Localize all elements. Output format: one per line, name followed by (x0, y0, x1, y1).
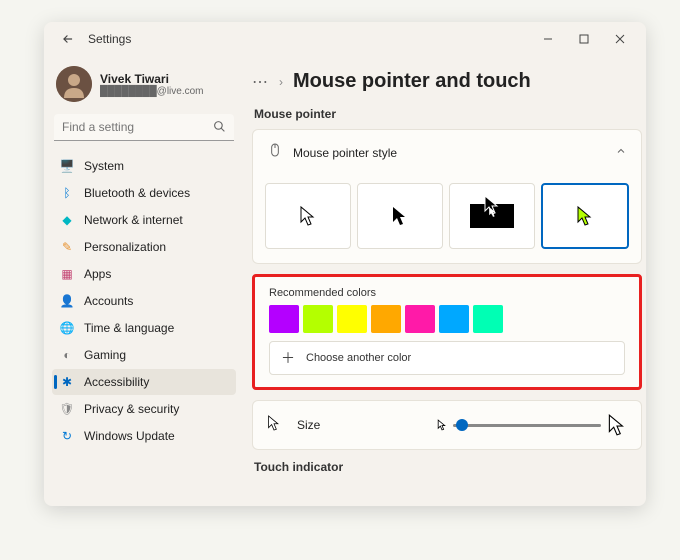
nav-label: Windows Update (84, 429, 175, 443)
window-controls (530, 25, 638, 53)
color-swatch-4[interactable] (405, 305, 435, 333)
color-swatches (269, 305, 625, 333)
search-input[interactable] (54, 114, 234, 141)
pointer-style-header[interactable]: Mouse pointer style (253, 130, 641, 175)
sidebar-item-accessibility[interactable]: ✱ Accessibility (52, 369, 236, 395)
pointer-style-custom[interactable] (541, 183, 629, 249)
color-swatch-2[interactable] (337, 305, 367, 333)
section-touch-indicator: Touch indicator (254, 460, 642, 474)
size-label: Size (297, 418, 320, 432)
choose-another-label: Choose another color (306, 352, 411, 364)
nav-label: Accessibility (84, 375, 149, 389)
cursor-small-icon (437, 419, 447, 431)
chevron-right-icon: › (279, 75, 283, 89)
section-mouse-pointer: Mouse pointer (254, 107, 642, 121)
nav-label: Bluetooth & devices (84, 186, 190, 200)
nav-icon: 🛡 (60, 402, 74, 416)
color-swatch-1[interactable] (303, 305, 333, 333)
nav-label: Personalization (84, 240, 166, 254)
pointer-style-options (253, 175, 641, 263)
pointer-style-black[interactable] (357, 183, 443, 249)
nav-icon: ↻ (60, 429, 74, 443)
sidebar-item-accounts[interactable]: 👤 Accounts (52, 288, 236, 314)
nav-label: Accounts (84, 294, 133, 308)
nav-icon: ✱ (60, 375, 74, 389)
nav-label: Time & language (84, 321, 174, 335)
back-button[interactable] (56, 27, 80, 51)
color-swatch-0[interactable] (269, 305, 299, 333)
sidebar-item-time-language[interactable]: 🌐 Time & language (52, 315, 236, 341)
sidebar-item-apps[interactable]: ▦ Apps (52, 261, 236, 287)
nav-label: Apps (84, 267, 111, 281)
size-slider-wrap (437, 413, 627, 437)
pointer-style-inverted[interactable] (449, 183, 535, 249)
nav-label: Privacy & security (84, 402, 179, 416)
cursor-icon (267, 414, 281, 437)
maximize-button[interactable] (566, 25, 602, 53)
user-email: ████████@live.com (100, 86, 204, 97)
sidebar-item-privacy-security[interactable]: 🛡 Privacy & security (52, 396, 236, 422)
minimize-button[interactable] (530, 25, 566, 53)
breadcrumb: ⋯ › Mouse pointer and touch (252, 70, 642, 93)
settings-window: Settings Vivek Tiwari ████████@live.com (44, 22, 646, 506)
breadcrumb-more-icon[interactable]: ⋯ (252, 72, 269, 92)
sidebar-item-personalization[interactable]: ✎ Personalization (52, 234, 236, 260)
pointer-style-card: Mouse pointer style (252, 129, 642, 264)
nav-icon: 👤 (60, 294, 74, 308)
avatar (56, 66, 92, 102)
titlebar: Settings (44, 22, 646, 56)
sidebar-item-windows-update[interactable]: ↻ Windows Update (52, 423, 236, 449)
app-title: Settings (88, 32, 131, 46)
nav-label: Network & internet (84, 213, 183, 227)
pointer-style-label: Mouse pointer style (293, 146, 397, 160)
color-swatch-3[interactable] (371, 305, 401, 333)
nav-label: System (84, 159, 124, 173)
page-title: Mouse pointer and touch (293, 70, 531, 93)
nav-label: Gaming (84, 348, 126, 362)
nav-icon: ᛒ (60, 186, 74, 200)
nav-icon: ✎ (60, 240, 74, 254)
chevron-up-icon (615, 144, 627, 162)
user-name: Vivek Tiwari (100, 72, 204, 86)
sidebar-item-network-internet[interactable]: ◆ Network & internet (52, 207, 236, 233)
close-button[interactable] (602, 25, 638, 53)
choose-another-color[interactable]: ＋ Choose another color (269, 341, 625, 375)
user-profile[interactable]: Vivek Tiwari ████████@live.com (52, 62, 236, 114)
recommended-colors-card: Recommended colors ＋ Choose another colo… (252, 274, 642, 390)
main-content: ⋯ › Mouse pointer and touch Mouse pointe… (244, 56, 646, 506)
nav-list: 🖥️ System ᛒ Bluetooth & devices ◆ Network & i… (52, 153, 236, 449)
search-icon (213, 120, 226, 138)
sidebar-item-gaming[interactable]: ◐ Gaming (52, 342, 236, 368)
pointer-style-white[interactable] (265, 183, 351, 249)
nav-icon: 🖥️ (60, 159, 74, 173)
size-slider[interactable] (453, 424, 601, 427)
nav-icon: ◐ (60, 348, 74, 362)
nav-icon: 🌐 (60, 321, 74, 335)
nav-icon: ▦ (60, 267, 74, 281)
slider-thumb[interactable] (456, 419, 468, 431)
sidebar-item-system[interactable]: 🖥️ System (52, 153, 236, 179)
mouse-icon (267, 142, 283, 163)
size-card: Size (252, 400, 642, 450)
recommended-colors-label: Recommended colors (269, 287, 625, 299)
plus-icon: ＋ (280, 350, 296, 366)
sidebar-item-bluetooth-devices[interactable]: ᛒ Bluetooth & devices (52, 180, 236, 206)
color-swatch-6[interactable] (473, 305, 503, 333)
search-field[interactable] (54, 114, 234, 141)
sidebar: Vivek Tiwari ████████@live.com 🖥️ System ᛒ… (44, 56, 244, 506)
color-swatch-5[interactable] (439, 305, 469, 333)
nav-icon: ◆ (60, 213, 74, 227)
cursor-large-icon (607, 413, 627, 437)
